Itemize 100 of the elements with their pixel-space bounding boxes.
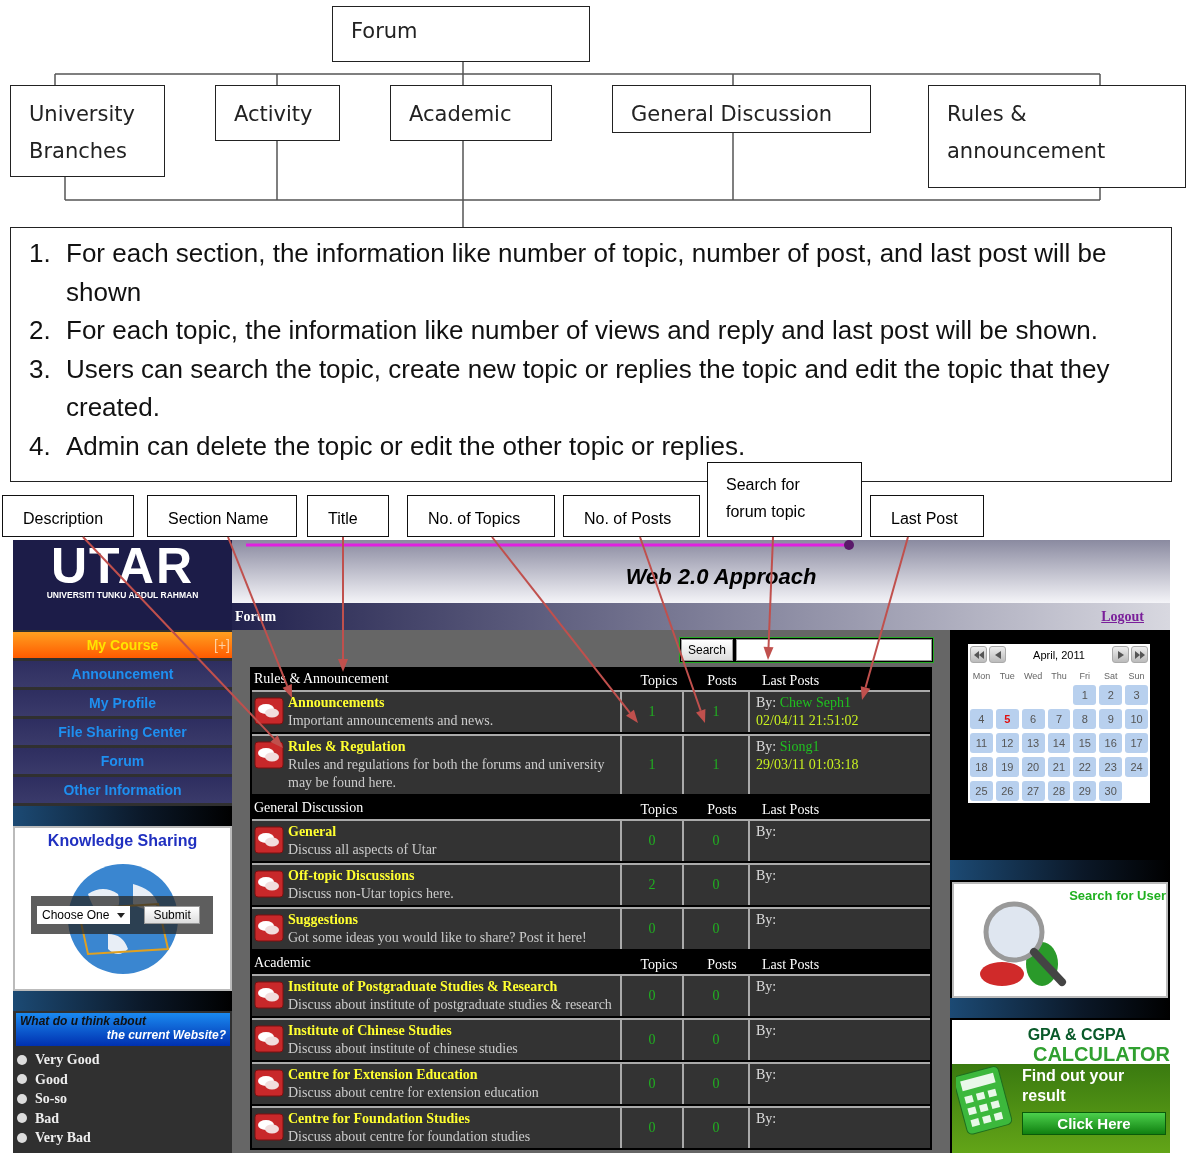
forum-description: Got some ideas you would like to share? Post it here! [288, 929, 587, 947]
forum-title-link[interactable]: Suggestions [288, 911, 587, 929]
calendar-day[interactable]: 19 [995, 757, 1019, 777]
column-header: Last Posts [761, 673, 820, 689]
next-month-button[interactable] [1112, 646, 1129, 663]
previous-year-button[interactable] [970, 646, 987, 663]
submit-button[interactable]: Submit [144, 906, 200, 924]
chat-bubbles-icon [254, 1113, 284, 1141]
forum-title-link[interactable]: Institute of Postgraduate Studies & Research [288, 978, 612, 996]
note-number: 1. [29, 237, 52, 270]
section-node: Activity [215, 85, 340, 141]
survey-option[interactable]: Very Good [17, 1050, 232, 1070]
calendar-day[interactable]: 4 [970, 709, 993, 729]
choose-dropdown[interactable]: Choose One [37, 906, 131, 924]
calendar-day[interactable]: 2 [1099, 685, 1123, 705]
menu-item[interactable]: Forum [13, 748, 232, 774]
right-icon [1117, 650, 1124, 659]
menu-item[interactable]: My Profile [13, 690, 232, 716]
calendar-day[interactable]: 21 [1047, 757, 1071, 777]
calendar-day[interactable]: 9 [1099, 709, 1123, 729]
user-search-banner[interactable]: Search for User [952, 882, 1168, 998]
calendar-day[interactable]: 17 [1125, 733, 1148, 753]
callout-label: Description [2, 495, 134, 537]
calendar-day[interactable]: 29 [1073, 781, 1097, 801]
calendar-day[interactable]: 13 [1021, 733, 1045, 753]
forum-title-link[interactable]: Announcements [288, 694, 494, 712]
forum-title-link[interactable]: Institute of Chinese Studies [288, 1022, 518, 1040]
month-title: April, 2011 [1032, 648, 1086, 661]
forum-description: Discuss about institute of postgraduate studies & research [288, 996, 612, 1014]
calendar-day[interactable]: 8 [1073, 709, 1097, 729]
calendar-day[interactable]: 3 [1125, 685, 1148, 705]
survey-option[interactable]: Good [17, 1069, 232, 1089]
calendar-day[interactable]: 24 [1125, 757, 1148, 777]
calendar-day[interactable]: 14 [1047, 733, 1071, 753]
next-year-button[interactable] [1131, 646, 1148, 663]
calendar-day[interactable]: 20 [1021, 757, 1045, 777]
calendar-day[interactable]: 25 [970, 781, 993, 801]
double-left-icon [973, 650, 984, 659]
forum-title-link[interactable]: Centre for Foundation Studies [288, 1110, 531, 1128]
calendar-day[interactable]: 12 [995, 733, 1019, 753]
calendar-day[interactable]: 30 [1099, 781, 1123, 801]
calendar-day[interactable]: 5 [995, 709, 1019, 729]
calendar-day[interactable]: 26 [995, 781, 1019, 801]
forum-title-link[interactable]: General [288, 823, 437, 841]
survey-option[interactable]: Bad [17, 1108, 232, 1128]
column-header: Posts [706, 802, 738, 818]
forum-title-link[interactable]: Off-topic Discussions [288, 867, 454, 885]
callout-label: Last Post [870, 495, 984, 537]
calendar-day[interactable]: 23 [1099, 757, 1123, 777]
previous-month-button[interactable] [989, 646, 1006, 663]
calendar-day[interactable]: 15 [1073, 733, 1097, 753]
by-label: By: [756, 1023, 777, 1038]
topics-count: 0 [622, 1064, 684, 1104]
by-label: By: [756, 824, 777, 839]
topics-count: 1 [622, 692, 684, 732]
search-button[interactable]: Search [680, 638, 733, 661]
panel-title: Knowledge Sharing [47, 832, 198, 850]
calendar-day[interactable]: 7 [1047, 709, 1071, 729]
author-link[interactable]: Siong1 [779, 739, 820, 754]
posts-count: 1 [684, 692, 750, 732]
menu-item[interactable]: Other Information [13, 777, 232, 803]
by-label: By: [756, 912, 777, 927]
posts-count: 0 [684, 865, 750, 905]
calendar-day[interactable]: 11 [970, 733, 993, 753]
calendar-day[interactable]: 22 [1073, 757, 1097, 777]
banner-title: Search for User [1069, 888, 1166, 903]
calendar-day[interactable]: 16 [1099, 733, 1123, 753]
menu-item[interactable]: Announcement [13, 661, 232, 687]
by-label: By: [756, 868, 777, 883]
column-header: Last Posts [761, 802, 820, 818]
calendar-day[interactable]: 28 [1047, 781, 1071, 801]
forum-title-link[interactable]: Centre for Extension Education [288, 1066, 539, 1084]
survey-option[interactable]: So-so [17, 1089, 232, 1109]
forum-title-link[interactable]: Rules & Regulation [288, 738, 618, 756]
calendar-day[interactable]: 10 [1125, 709, 1148, 729]
calendar-day[interactable]: 18 [970, 757, 993, 777]
weekday-label: Sun [1127, 671, 1146, 681]
topics-count: 0 [622, 976, 684, 1016]
click-here-button[interactable]: Click Here [1022, 1112, 1166, 1135]
author-link[interactable]: Chew Seph1 [779, 695, 851, 710]
calendar-day[interactable]: 27 [1021, 781, 1045, 801]
banner-text: Find out your result [1022, 1066, 1126, 1106]
posts-count: 0 [684, 1064, 750, 1104]
survey-option[interactable]: Very Bad [17, 1128, 232, 1148]
forum-description: Discuss about institute of chinese studies [288, 1040, 518, 1058]
menu-item[interactable]: File Sharing Center [13, 719, 232, 745]
caret-icon [117, 912, 126, 918]
chat-bubbles-icon [254, 826, 284, 854]
banner-title: CALCULATOR [1032, 1044, 1170, 1064]
gpa-calculator-banner[interactable]: GPA & CGPA CALCULATOR Find out your result Click Here [952, 1020, 1170, 1153]
banner-title: GPA & CGPA [1027, 1026, 1126, 1044]
calendar-day[interactable]: 1 [1073, 685, 1097, 705]
logout-link[interactable]: Logout [1101, 608, 1144, 625]
posts-count: 0 [684, 1020, 750, 1060]
posts-count: 0 [684, 976, 750, 1016]
search-field[interactable] [736, 638, 932, 661]
by-label: By: [756, 979, 777, 994]
calendar-day[interactable]: 6 [1021, 709, 1045, 729]
by-label: By: [756, 1067, 777, 1082]
section-node: Academic [390, 85, 552, 141]
